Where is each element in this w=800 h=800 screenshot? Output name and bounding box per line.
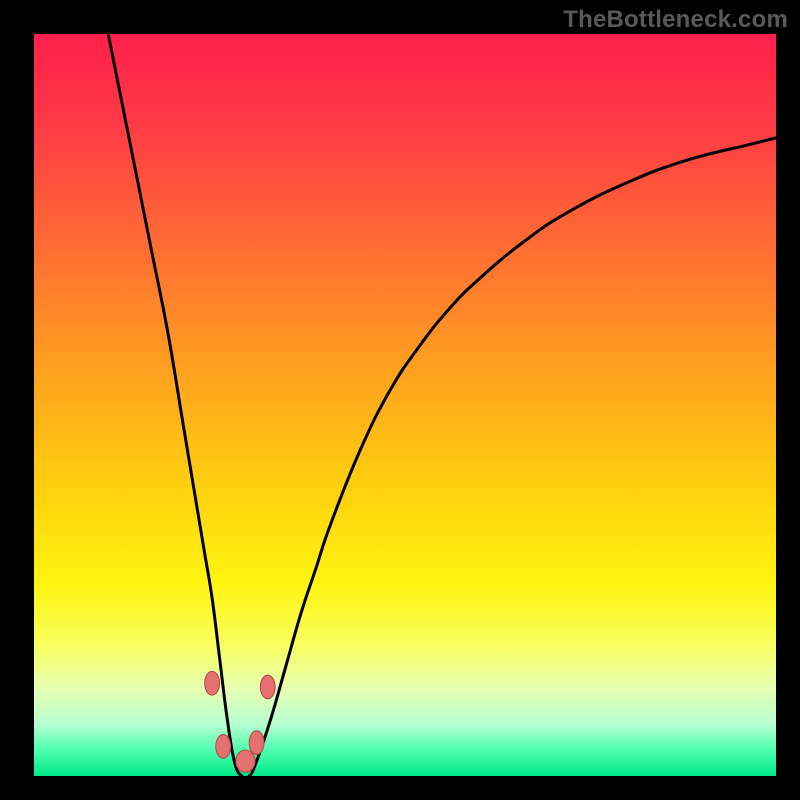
marker-dot	[249, 731, 264, 755]
watermark-text: TheBottleneck.com	[563, 6, 788, 34]
marker-dot	[260, 675, 275, 699]
plot-area	[34, 34, 776, 776]
plot-svg	[34, 34, 776, 776]
chart-frame: TheBottleneck.com	[0, 0, 800, 800]
marker-dot	[216, 734, 231, 758]
marker-dot	[205, 671, 220, 695]
marker-dot	[236, 750, 255, 772]
gradient-background	[34, 34, 776, 776]
